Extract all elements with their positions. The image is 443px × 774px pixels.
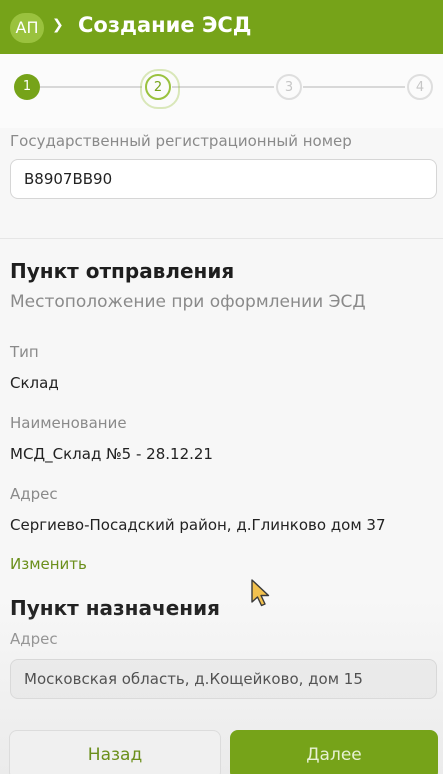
- destination-address-value: Московская область, д.Кощейково, дом 15: [24, 670, 363, 688]
- destination-address-field[interactable]: Московская область, д.Кощейково, дом 15: [10, 659, 437, 699]
- vehicle-number-label: Государственный регистрационный номер: [10, 132, 352, 150]
- edit-departure-link[interactable]: Изменить: [10, 555, 87, 573]
- step-4[interactable]: 4: [407, 74, 433, 100]
- destination-address-label: Адрес: [10, 630, 58, 648]
- vehicle-number-field[interactable]: В8907ВВ90: [10, 159, 437, 199]
- page-title: Создание ЭСД: [78, 13, 252, 37]
- chevron-down-icon[interactable]: ❯: [52, 17, 64, 33]
- back-button[interactable]: Назад: [9, 730, 221, 774]
- destination-title: Пункт назначения: [10, 596, 220, 620]
- section-divider: [0, 238, 443, 239]
- name-label: Наименование: [10, 414, 127, 432]
- step-connector: [40, 86, 142, 88]
- type-label: Тип: [10, 343, 39, 361]
- departure-title: Пункт отправления: [10, 259, 235, 283]
- name-value: МСД_Склад №5 - 28.12.21: [10, 445, 213, 463]
- stepper: [0, 54, 443, 128]
- departure-address-value: Сергиево-Посадский район, д.Глинково дом…: [10, 516, 386, 534]
- mouse-cursor-icon: [251, 579, 270, 607]
- type-value: Склад: [10, 374, 59, 392]
- next-button[interactable]: Далее: [230, 730, 438, 774]
- step-2[interactable]: 2: [140, 69, 180, 109]
- step-1[interactable]: 1: [14, 74, 40, 100]
- app-bar: АП ❯ Создание ЭСД: [0, 0, 443, 54]
- departure-subtitle: Местоположение при оформлении ЭСД: [10, 292, 366, 312]
- step-connector: [172, 86, 274, 88]
- step-connector: [303, 86, 405, 88]
- step-3[interactable]: 3: [276, 74, 302, 100]
- departure-address-label: Адрес: [10, 485, 58, 503]
- user-avatar[interactable]: АП: [10, 13, 44, 43]
- vehicle-number-value: В8907ВВ90: [24, 170, 113, 188]
